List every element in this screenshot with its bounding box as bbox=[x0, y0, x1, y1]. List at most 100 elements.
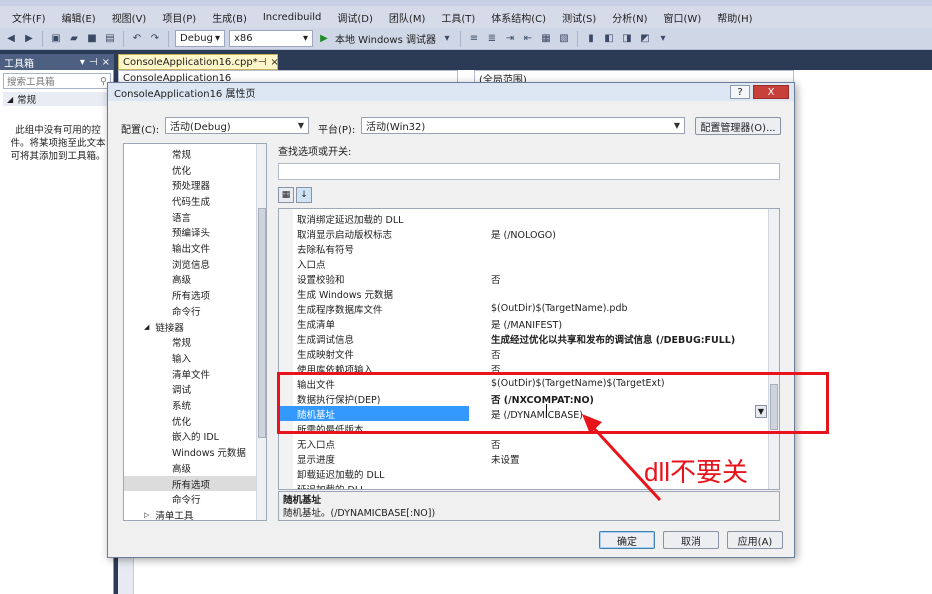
property-value[interactable] bbox=[469, 286, 767, 301]
redo-icon[interactable]: ↷ bbox=[148, 32, 162, 46]
tree-item[interactable]: ▷ 清单工具 bbox=[124, 507, 256, 520]
pin-icon[interactable]: ⊣ bbox=[258, 57, 267, 68]
property-row[interactable]: 入口点 bbox=[279, 256, 767, 271]
menu-item[interactable]: 窗口(W) bbox=[656, 10, 710, 25]
tree-item[interactable]: 优化 bbox=[124, 162, 256, 178]
property-row[interactable]: 生成映射文件 否 bbox=[279, 346, 767, 361]
tree-item[interactable]: Windows 元数据 bbox=[124, 444, 256, 460]
config-manager-button[interactable]: 配置管理器(O)... bbox=[695, 117, 781, 135]
start-debug-button[interactable]: 本地 Windows 调试器 bbox=[335, 31, 436, 46]
tree-item[interactable]: 预编译头 bbox=[124, 225, 256, 241]
menu-item[interactable]: 工具(T) bbox=[433, 10, 483, 25]
menu-item[interactable]: 体系结构(C) bbox=[483, 10, 554, 25]
tree-item[interactable]: 浏览信息 bbox=[124, 256, 256, 272]
chevron-down-icon[interactable]: ▾ bbox=[80, 57, 85, 68]
tree-item[interactable]: 优化 bbox=[124, 413, 256, 429]
toolbox-group-general[interactable]: ◢ 常规 bbox=[3, 92, 111, 106]
comment-icon[interactable]: ▦ bbox=[539, 32, 553, 46]
bookmark-clear-icon[interactable]: ◩ bbox=[638, 32, 652, 46]
menu-item[interactable]: 编辑(E) bbox=[54, 10, 104, 25]
indent-icon[interactable]: ⇥ bbox=[503, 32, 517, 46]
tree-item[interactable]: 所有选项 bbox=[124, 287, 256, 303]
toolbox-search-input[interactable]: 搜索工具箱 ⚲ bbox=[3, 73, 111, 89]
property-value[interactable] bbox=[469, 211, 767, 226]
uncomment-icon[interactable]: ▧ bbox=[557, 32, 571, 46]
tree-item[interactable]: 清单文件 bbox=[124, 366, 256, 382]
property-row[interactable]: 取消显示启动版权标志 是 (/NOLOGO) bbox=[279, 226, 767, 241]
undo-icon[interactable]: ↶ bbox=[130, 32, 144, 46]
property-value[interactable]: $(OutDir)$(TargetName).pdb bbox=[469, 301, 767, 316]
property-value[interactable]: 是 (/NOLOGO) bbox=[469, 226, 767, 241]
tree-item[interactable]: 常规 bbox=[124, 334, 256, 350]
align-right-icon[interactable]: ≣ bbox=[485, 32, 499, 46]
tree-item[interactable]: 语言 bbox=[124, 209, 256, 225]
property-row[interactable]: 生成调试信息 生成经过优化以共享和发布的调试信息 (/DEBUG:FULL) bbox=[279, 331, 767, 346]
property-row[interactable]: 取消绑定延迟加载的 DLL bbox=[279, 211, 767, 226]
property-value[interactable]: 否 bbox=[469, 346, 767, 361]
property-value[interactable]: 否 bbox=[469, 271, 767, 286]
property-row[interactable]: 生成清单 是 (/MANIFEST) bbox=[279, 316, 767, 331]
tree-item[interactable]: 预处理器 bbox=[124, 177, 256, 193]
tree-scroll-thumb[interactable] bbox=[258, 208, 266, 438]
outdent-icon[interactable]: ⇤ bbox=[521, 32, 535, 46]
tree-item[interactable]: 常规 bbox=[124, 146, 256, 162]
tree-item[interactable]: 代码生成 bbox=[124, 193, 256, 209]
expand-triangle-icon[interactable]: ▷ bbox=[144, 511, 149, 519]
menu-item[interactable]: 项目(P) bbox=[154, 10, 204, 25]
property-value[interactable] bbox=[469, 256, 767, 271]
menu-item[interactable]: 生成(B) bbox=[204, 10, 255, 25]
tree-item[interactable]: 高级 bbox=[124, 460, 256, 476]
start-debug-icon[interactable]: ▶ bbox=[317, 32, 331, 46]
menu-item[interactable]: 帮助(H) bbox=[709, 10, 760, 25]
pin-icon[interactable]: ⊣ bbox=[89, 57, 98, 68]
tree-item[interactable]: 输入 bbox=[124, 350, 256, 366]
categorized-view-icon[interactable]: ▦ bbox=[278, 187, 294, 203]
tree-scrollbar[interactable] bbox=[256, 144, 266, 520]
bookmark-icon[interactable]: ▮ bbox=[584, 32, 598, 46]
option-search-input[interactable] bbox=[278, 163, 780, 180]
property-value[interactable] bbox=[469, 241, 767, 256]
menu-item[interactable]: 文件(F) bbox=[4, 10, 54, 25]
close-icon[interactable]: × bbox=[270, 57, 278, 68]
tree-item[interactable]: 输出文件 bbox=[124, 240, 256, 256]
sort-alphabetical-icon[interactable]: ↓ bbox=[296, 187, 312, 203]
property-row[interactable]: 去除私有符号 bbox=[279, 241, 767, 256]
solution-platform-select[interactable]: x86 ▾ bbox=[229, 30, 313, 47]
property-row[interactable]: 设置校验和 否 bbox=[279, 271, 767, 286]
menu-item[interactable]: Incredibuild bbox=[255, 12, 330, 23]
property-row[interactable]: 无入口点否 bbox=[279, 436, 767, 451]
property-value[interactable]: 生成经过优化以共享和发布的调试信息 (/DEBUG:FULL) bbox=[469, 331, 767, 346]
menu-item[interactable]: 测试(S) bbox=[554, 10, 604, 25]
forward-icon[interactable]: ▶ bbox=[22, 32, 36, 46]
tree-item[interactable]: 嵌入的 IDL bbox=[124, 429, 256, 445]
config-select[interactable]: 活动(Debug) ▼ bbox=[165, 117, 309, 134]
tab-consoleapplication16-cpp[interactable]: ConsoleApplication16.cpp* ⊣ × bbox=[118, 54, 279, 70]
bookmark-next-icon[interactable]: ◨ bbox=[620, 32, 634, 46]
close-button[interactable]: X bbox=[753, 85, 789, 99]
cancel-button[interactable]: 取消 bbox=[663, 531, 719, 549]
tree-item[interactable]: 命令行 bbox=[124, 303, 256, 319]
tree-item[interactable]: 高级 bbox=[124, 272, 256, 288]
grid-scrollbar[interactable] bbox=[768, 209, 779, 489]
tree-item[interactable]: 系统 bbox=[124, 397, 256, 413]
save-all-icon[interactable]: ▤ bbox=[103, 32, 117, 46]
close-icon[interactable]: × bbox=[102, 57, 110, 68]
save-icon[interactable]: ■ bbox=[85, 32, 99, 46]
ok-button[interactable]: 确定 bbox=[599, 531, 655, 549]
platform-select[interactable]: 活动(Win32) ▼ bbox=[361, 117, 685, 134]
bookmark-prev-icon[interactable]: ◧ bbox=[602, 32, 616, 46]
open-file-icon[interactable]: ▰ bbox=[67, 32, 81, 46]
menu-item[interactable]: 团队(M) bbox=[381, 10, 433, 25]
toolbar-overflow-icon[interactable]: ▾ bbox=[656, 32, 670, 46]
tree-item[interactable]: 所有选项 bbox=[124, 475, 256, 492]
menu-item[interactable]: 调试(D) bbox=[329, 10, 381, 25]
property-row[interactable]: 生成程序数据库文件 $(OutDir)$(TargetName).pdb bbox=[279, 301, 767, 316]
property-row[interactable]: 生成 Windows 元数据 bbox=[279, 286, 767, 301]
chevron-down-icon[interactable]: ▾ bbox=[440, 32, 454, 46]
tree-item[interactable]: ◢ 链接器 bbox=[124, 319, 256, 335]
tree-item[interactable]: 调试 bbox=[124, 382, 256, 398]
tree-item[interactable]: 命令行 bbox=[124, 491, 256, 507]
align-left-icon[interactable]: ≡ bbox=[467, 32, 481, 46]
apply-button[interactable]: 应用(A) bbox=[727, 531, 783, 549]
collapse-triangle-icon[interactable]: ◢ bbox=[144, 323, 149, 331]
